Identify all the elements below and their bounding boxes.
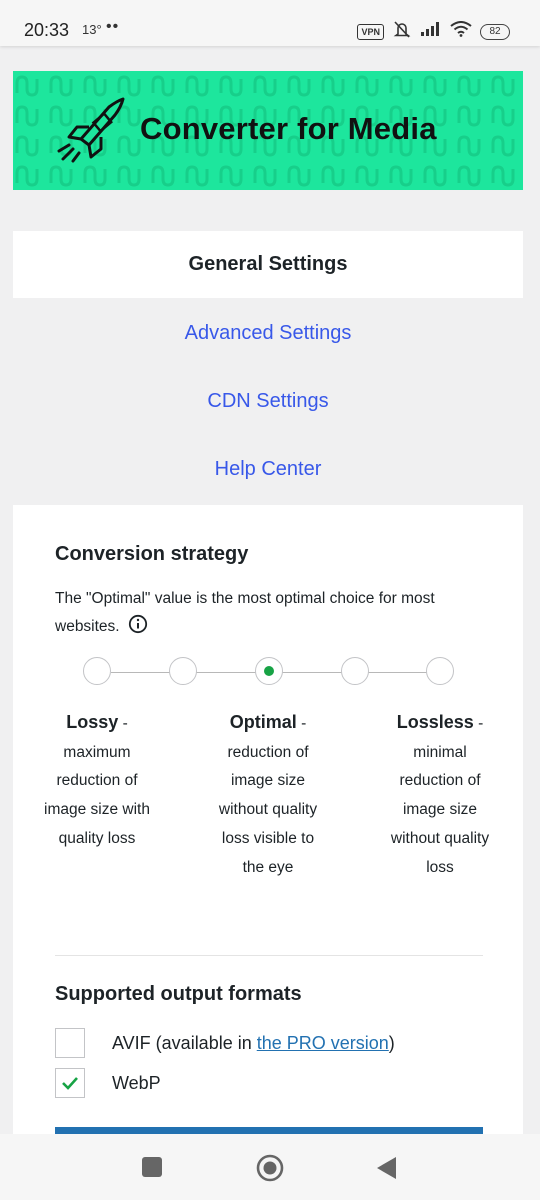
strategy-step-5[interactable] bbox=[426, 657, 454, 685]
status-notification-dots: •• bbox=[106, 18, 120, 35]
settings-card: Conversion strategy The "Optimal" value … bbox=[13, 505, 523, 1145]
tab-cdn-settings[interactable]: CDN Settings bbox=[13, 381, 523, 421]
strategy-step-3[interactable] bbox=[255, 657, 283, 685]
battery-icon: 82 bbox=[480, 23, 510, 40]
tab-help-center[interactable]: Help Center bbox=[13, 449, 523, 489]
webp-checkbox[interactable] bbox=[55, 1068, 85, 1098]
section-divider bbox=[55, 955, 483, 956]
webp-label: WebP bbox=[112, 1073, 161, 1093]
mute-icon bbox=[392, 20, 412, 43]
strategy-step-2[interactable] bbox=[169, 657, 197, 685]
option-optimal[interactable]: Optimal - reduction of image size withou… bbox=[213, 708, 323, 882]
system-nav-bar bbox=[0, 1134, 540, 1200]
option-lossy-separator: - bbox=[118, 715, 128, 732]
home-icon[interactable] bbox=[256, 1154, 284, 1187]
tab-advanced-settings[interactable]: Advanced Settings bbox=[13, 313, 523, 353]
option-lossy[interactable]: Lossy - maximum reduction of image size … bbox=[42, 708, 152, 854]
info-icon[interactable] bbox=[128, 614, 148, 644]
checkmark-icon bbox=[62, 1077, 78, 1090]
description-text: The "Optimal" value is the most optimal … bbox=[55, 590, 435, 635]
vpn-icon: VPN bbox=[357, 23, 384, 40]
conversion-strategy-heading: Conversion strategy bbox=[55, 543, 249, 565]
wifi-icon bbox=[450, 21, 472, 42]
tab-general-settings[interactable]: General Settings bbox=[13, 231, 523, 298]
recent-apps-icon[interactable] bbox=[141, 1156, 163, 1183]
option-lossless[interactable]: Lossless - minimal reduction of image si… bbox=[385, 708, 495, 882]
rocket-icon bbox=[51, 95, 135, 172]
plugin-banner: Converter for Media bbox=[13, 71, 523, 190]
strategy-step-4[interactable] bbox=[341, 657, 369, 685]
avif-label-suffix: ) bbox=[388, 1033, 395, 1053]
conversion-strategy-description: The "Optimal" value is the most optimal … bbox=[55, 585, 485, 644]
option-optimal-name: Optimal bbox=[229, 712, 297, 732]
option-lossless-text: minimal reduction of image size without … bbox=[390, 743, 490, 876]
banner-title: Converter for Media bbox=[140, 111, 437, 146]
option-lossless-name: Lossless bbox=[396, 712, 474, 732]
option-lossy-name: Lossy bbox=[66, 712, 119, 732]
status-icons: VPN 82 bbox=[357, 20, 510, 43]
option-lossless-separator: - bbox=[473, 715, 484, 732]
option-lossy-text: maximum reduction of image size with qua… bbox=[44, 743, 150, 847]
avif-checkbox[interactable] bbox=[55, 1028, 85, 1058]
option-optimal-separator: - bbox=[296, 715, 307, 732]
strategy-step-1[interactable] bbox=[83, 657, 111, 685]
status-bar: 20:33 13° •• VPN 82 bbox=[0, 0, 540, 46]
status-time: 20:33 bbox=[24, 20, 70, 40]
avif-label-prefix: AVIF (available in bbox=[112, 1033, 257, 1053]
back-icon[interactable] bbox=[376, 1156, 398, 1185]
avif-label: AVIF (available in the PRO version) bbox=[112, 1033, 395, 1054]
pro-version-link[interactable]: the PRO version bbox=[257, 1033, 389, 1053]
option-optimal-text: reduction of image size without quality … bbox=[218, 743, 318, 876]
signal-icon bbox=[420, 21, 442, 42]
output-formats-heading: Supported output formats bbox=[55, 983, 302, 1005]
status-temperature: 13° bbox=[82, 22, 102, 37]
